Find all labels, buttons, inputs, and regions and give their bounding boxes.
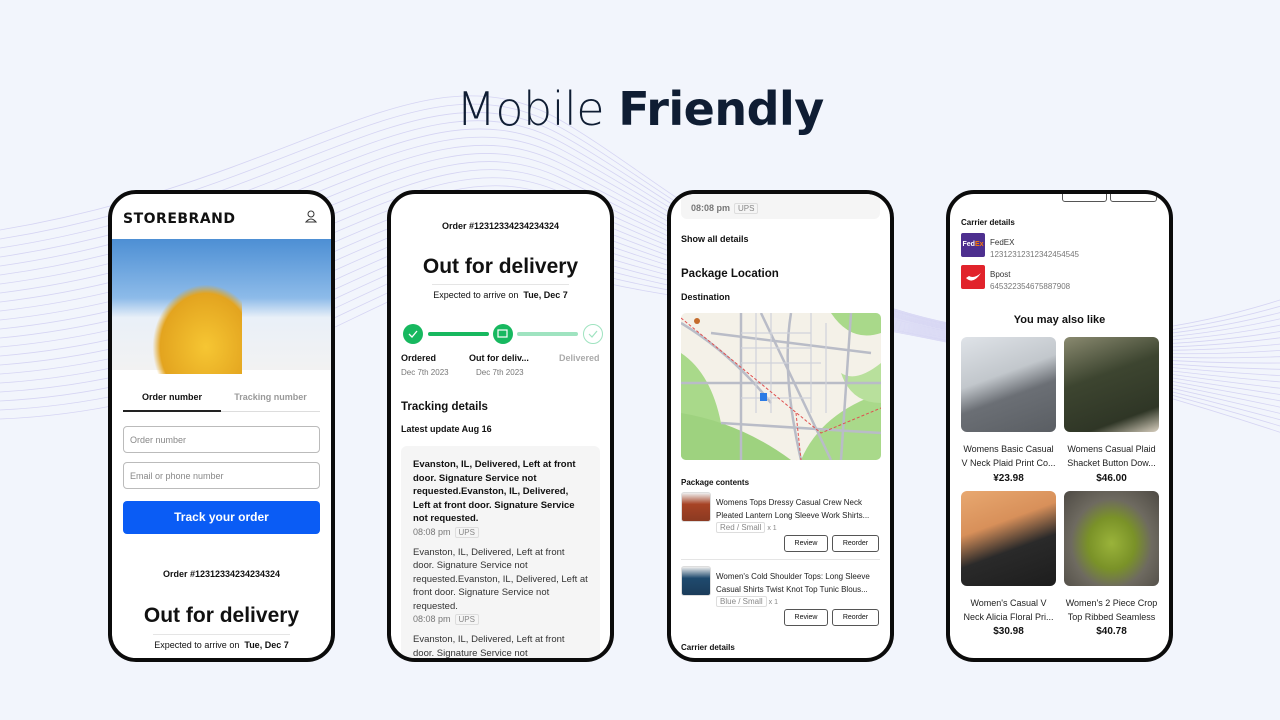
item-title: Womens Tops Dressy Casual Crew Neck Pleat… [716, 498, 870, 520]
package-location-title: Package Location [681, 268, 779, 280]
step-date-out: Dec 7th 2023 [476, 368, 524, 377]
phone-order-status: Order #12312334234234324 Out for deliver… [387, 190, 614, 662]
bpost-logo [961, 265, 985, 289]
order-number-input[interactable]: Order number [123, 426, 320, 453]
carrier-name: FedEX [990, 238, 1015, 247]
step-delivery-truck-icon [493, 324, 513, 344]
product-image[interactable] [1064, 491, 1159, 586]
carrier-name: Bpost [990, 270, 1011, 279]
reorder-button[interactable]: Reorder [832, 535, 879, 552]
progress-segment-2 [517, 332, 578, 336]
order-id: Order #12312334234234324 [162, 569, 281, 579]
phone-package-details: 08:08 pm UPS Show all details Package Loc… [667, 190, 894, 662]
item-thumbnail [681, 492, 711, 522]
carrier-tag: UPS [734, 203, 759, 214]
event-text: Evanston, IL, Delivered, Left at front d… [413, 634, 565, 659]
product-price: $30.98 [993, 626, 1024, 637]
progress-segment-1 [428, 332, 489, 336]
phone-track-form: STOREBRAND Order number Tracking number … [108, 190, 335, 662]
carrier-details-title: Carrier details [961, 218, 1015, 227]
carrier-tag: UPS [454, 526, 479, 538]
step-label-delivered: Delivered [559, 353, 600, 363]
review-button[interactable]: Review [784, 609, 828, 626]
track-order-button[interactable]: Track your order [123, 501, 320, 534]
product-title: Womens Basic Casual V Neck Plaid Print Co… [961, 444, 1056, 468]
recommend-title: You may also like [1013, 314, 1106, 326]
item-thumbnail [681, 566, 711, 596]
step-ordered-check-icon [403, 324, 423, 344]
item-variant: Red / Small x 1 [712, 522, 777, 533]
product-image[interactable] [961, 337, 1056, 432]
item-title: Women's Cold Shoulder Tops: Long Sleeve C… [716, 572, 870, 594]
step-date-ordered: Dec 7th 2023 [401, 368, 449, 377]
event-text: Evanston, IL, Delivered, Left at front d… [413, 459, 576, 524]
reorder-button[interactable] [1110, 194, 1157, 202]
package-contents-title: Package contents [681, 478, 750, 487]
event-meta: 08:08 pm UPS [681, 194, 880, 219]
step-label-ordered: Ordered [401, 353, 437, 363]
tab-tracking-number[interactable]: Tracking number [221, 392, 320, 412]
reorder-button[interactable]: Reorder [832, 609, 879, 626]
destination-map[interactable] [681, 313, 881, 460]
hero-image [112, 239, 331, 374]
product-title: Women's Casual V Neck Alicia Floral Pri..… [963, 598, 1054, 622]
expected-arrival: Expected to arrive on Tue, Dec 7 [433, 290, 568, 300]
item-variant: Blue / Small x 1 [712, 596, 778, 607]
order-id: Order #12312334234234324 [441, 221, 560, 231]
review-button[interactable] [1062, 194, 1107, 202]
carrier-number: 645322354675887908 [990, 282, 1071, 291]
product-price: $40.78 [1096, 626, 1127, 637]
status-title: Out for delivery [422, 255, 579, 278]
show-all-details-link[interactable]: Show all details [681, 234, 749, 244]
destination-label: Destination [681, 292, 731, 302]
event-meta: 08:08 pm UPS [413, 526, 588, 538]
status-title: Out for delivery [143, 604, 300, 627]
contact-input[interactable]: Email or phone number [123, 462, 320, 489]
tracking-title: Tracking details [401, 401, 488, 413]
latest-update: Latest update Aug 16 [401, 424, 492, 434]
review-button[interactable]: Review [784, 535, 828, 552]
event-meta: 08:08 pm UPS [413, 614, 588, 625]
step-label-out: Out for deliv... [469, 353, 529, 363]
carrier-details-title: Carrier details [681, 643, 735, 652]
expected-arrival: Expected to arrive on Tue, Dec 7 [154, 640, 289, 650]
product-price: ¥23.98 [993, 473, 1024, 484]
product-title: Women's 2 Piece Crop Top Ribbed Seamless [1065, 598, 1158, 622]
user-icon[interactable] [305, 210, 317, 223]
phone-recommendations: Carrier details FedEx FedEX 123123123123… [946, 190, 1173, 662]
product-title: Womens Casual Plaid Shacket Button Dow... [1067, 444, 1156, 468]
product-image[interactable] [961, 491, 1056, 586]
store-logo: STOREBRAND [123, 211, 236, 227]
page-headline: Mobile Friendly [456, 82, 824, 136]
divider [681, 559, 880, 560]
map-pin-icon [760, 393, 767, 401]
product-image[interactable] [1064, 337, 1159, 432]
divider [153, 634, 290, 635]
divider [432, 284, 569, 285]
step-delivered-check-icon [583, 324, 603, 344]
fedex-logo: FedEx [961, 233, 985, 257]
product-price: $46.00 [1096, 473, 1127, 484]
carrier-tag: UPS [454, 614, 479, 625]
tab-order-number[interactable]: Order number [123, 392, 221, 412]
tracking-events: Evanston, IL, Delivered, Left at front d… [401, 446, 600, 659]
progress-tracker [403, 324, 603, 344]
event-text: Evanston, IL, Delivered, Left at front d… [413, 546, 588, 612]
carrier-number: 12312312312342454545 [990, 250, 1079, 259]
